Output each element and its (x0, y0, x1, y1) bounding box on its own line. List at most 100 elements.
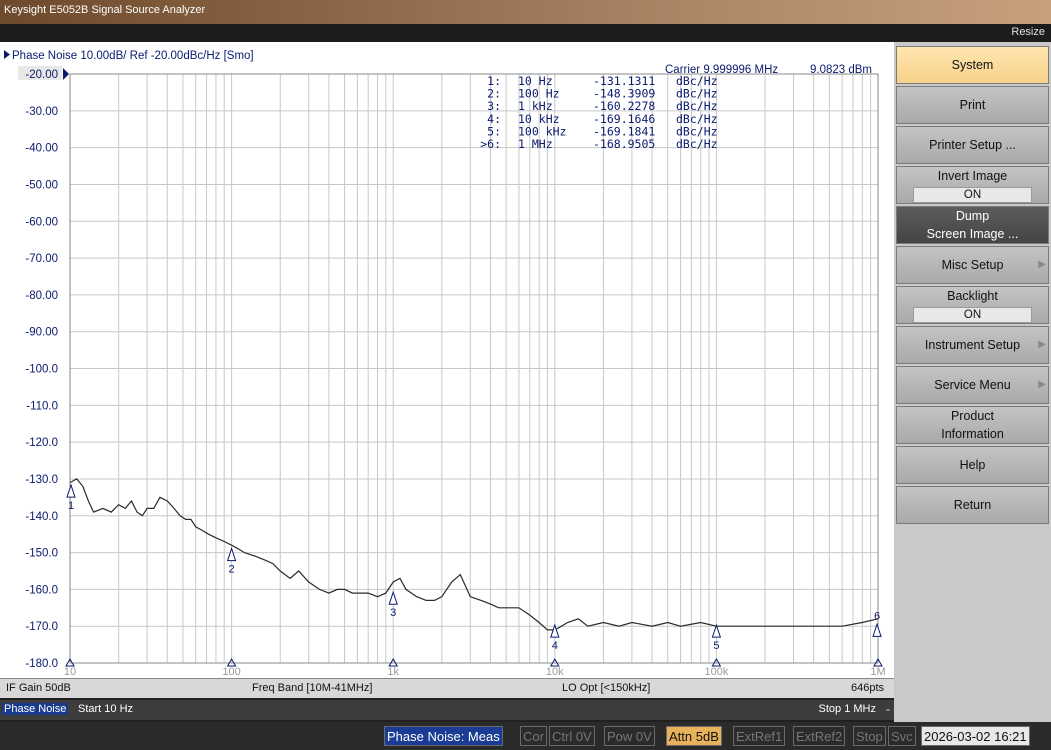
x-tick-label: 1k (387, 666, 399, 678)
backlight-label: Backlight (947, 289, 998, 303)
marker-table-value: -168.9505 (593, 137, 655, 151)
screen-image-label: Screen Image ... (926, 227, 1019, 241)
y-tick-label: -90.00 (25, 327, 58, 339)
product-information-softkey[interactable]: Product Information (896, 406, 1049, 444)
y-tick-label: -80.00 (25, 290, 58, 302)
marker-label: 1 (68, 500, 74, 512)
marker-label: 6 (874, 610, 880, 622)
y-tick-label: -70.00 (25, 253, 58, 265)
trace-line (69, 478, 879, 631)
printer-setup-softkey[interactable]: Printer Setup ... (896, 126, 1049, 164)
y-axis-ticks: -20.00 -30.00 -40.00 -50.00 -60.00 -70.00 -80.… (18, 66, 62, 670)
misc-setup-label: Misc Setup (941, 258, 1004, 272)
marker-label: 2 (229, 564, 235, 576)
return-label: Return (953, 498, 992, 512)
x-tick-label: 100 (222, 666, 240, 678)
system-softkey[interactable]: System (896, 46, 1049, 84)
marker-table-index: >6: (480, 137, 501, 151)
y-tick-label: -150.0 (25, 548, 58, 560)
instrument-setup-softkey[interactable]: Instrument Setup ▶ (896, 326, 1049, 364)
submenu-arrow-icon: ▶ (1038, 259, 1046, 270)
attn-indicator: Attn 5dB (666, 726, 722, 746)
invert-image-value: ON (913, 187, 1032, 203)
invert-image-softkey[interactable]: Invert Image ON (896, 166, 1049, 204)
marker-triangle-icon[interactable] (711, 623, 722, 638)
menu-bar: Resize (0, 24, 1051, 42)
marker-triangle-icon[interactable] (66, 483, 76, 498)
range-dash: - (886, 703, 890, 716)
stop-indicator: Stop (853, 726, 886, 746)
service-menu-label: Service Menu (934, 378, 1011, 392)
dump-label: Dump (955, 209, 990, 223)
invert-image-label: Invert Image (937, 169, 1008, 183)
trace-header: Phase Noise 10.00dB/ Ref -20.00dBc/Hz [S… (12, 50, 254, 62)
svc-indicator: Svc (888, 726, 916, 746)
marker-label: 3 (390, 607, 396, 619)
stop-frequency[interactable]: Stop 1 MHz (819, 703, 876, 715)
date-time: 2026-03-02 16:21 (921, 726, 1030, 746)
pow-indicator: Pow 0V (604, 726, 655, 746)
y-tick-label: -170.0 (25, 621, 58, 633)
marker-triangle-icon[interactable] (226, 547, 237, 562)
x-tick-label: 10k (546, 666, 564, 678)
if-gain: IF Gain 50dB (6, 682, 71, 694)
y-tick-label: -20.00 (25, 69, 58, 81)
marker-label: 5 (713, 640, 719, 652)
y-tick-label: -180.0 (25, 658, 58, 670)
x-tick-label: 100k (704, 666, 728, 678)
y-tick-label: -160.0 (25, 584, 58, 596)
start-frequency[interactable]: Start 10 Hz (78, 703, 133, 715)
help-softkey[interactable]: Help (896, 446, 1049, 484)
backlight-softkey[interactable]: Backlight ON (896, 286, 1049, 324)
phase-noise-graph[interactable]: Phase Noise 10.00dB/ Ref -20.00dBc/Hz [S… (0, 42, 894, 678)
dump-screen-softkey[interactable]: Dump Screen Image ... (896, 206, 1049, 244)
marker-symbols: 1 2 3 4 5 6 (66, 483, 882, 652)
trace-active-icon (4, 50, 10, 59)
y-tick-label: -50.00 (25, 179, 58, 191)
product-label: Product (950, 409, 995, 423)
carrier-power: 9.0823 dBm (810, 64, 872, 76)
marker-table-offset: 1 MHz (518, 137, 553, 151)
extref1-indicator: ExtRef1 (733, 726, 786, 746)
phase-noise-trace (69, 478, 879, 631)
ref-level-icon (63, 68, 69, 80)
status-bar: Phase Noise: Meas Cor Ctrl 0V Pow 0V Att… (0, 722, 1051, 750)
marker-table-unit: dBc/Hz (676, 137, 718, 151)
marker-triangle-icon[interactable] (550, 623, 560, 638)
marker-triangle-icon[interactable] (388, 590, 398, 605)
title-bar: Keysight E5052B Signal Source Analyzer (0, 0, 1051, 24)
resize-button[interactable]: Resize (1011, 26, 1045, 38)
range-bar: Phase Noise Start 10 Hz Stop 1 MHz - (0, 700, 894, 720)
misc-setup-softkey[interactable]: Misc Setup ▶ (896, 246, 1049, 284)
ctrl-indicator: Ctrl 0V (549, 726, 595, 746)
x-axis-ticks: 10 100 1k 10k 100k 1M (64, 657, 886, 678)
points-count: 646pts (850, 682, 884, 694)
y-tick-label: -110.0 (26, 400, 58, 412)
marker-table: 1: 10 Hz -131.1311 dBc/Hz2: 100 Hz -148.3909 d… (480, 74, 717, 151)
return-softkey[interactable]: Return (896, 486, 1049, 524)
measurement-type[interactable]: Phase Noise (2, 703, 69, 715)
y-tick-label: -60.00 (25, 216, 58, 228)
y-tick-label: -140.0 (25, 511, 58, 523)
cor-indicator: Cor (520, 726, 547, 746)
y-tick-label: -130.0 (25, 474, 58, 486)
submenu-arrow-icon: ▶ (1038, 379, 1046, 390)
x-tick-label: 10 (64, 666, 76, 678)
help-label: Help (959, 458, 986, 472)
print-label: Print (959, 98, 986, 112)
grid-lines (69, 73, 879, 664)
y-tick-label: -30.00 (25, 106, 58, 118)
printer-setup-label: Printer Setup ... (929, 138, 1016, 152)
window-title: Keysight E5052B Signal Source Analyzer (4, 4, 206, 16)
y-tick-label: -120.0 (25, 437, 58, 449)
print-softkey[interactable]: Print (896, 86, 1049, 124)
lo-opt: LO Opt [<150kHz] (562, 682, 651, 694)
freq-band: Freq Band [10M-41MHz] (252, 682, 373, 694)
softkey-panel: System Print Printer Setup ... Invert Im… (894, 42, 1051, 722)
system-label: System (951, 58, 994, 72)
y-tick-label: -100.0 (25, 364, 58, 376)
mode-indicator[interactable]: Phase Noise: Meas (384, 726, 503, 746)
service-menu-softkey[interactable]: Service Menu ▶ (896, 366, 1049, 404)
backlight-value: ON (913, 307, 1032, 323)
extref2-indicator: ExtRef2 (793, 726, 846, 746)
